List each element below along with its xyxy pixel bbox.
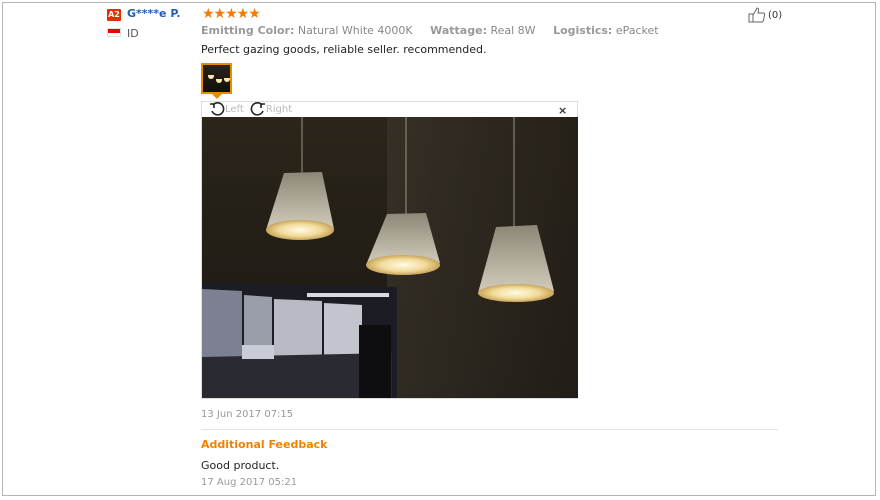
rotate-left-icon [210, 102, 225, 116]
rotate-left-label: Left [225, 103, 244, 115]
helpful-button[interactable]: (0) [748, 7, 782, 23]
star-rating: ★★★★★ [202, 6, 261, 22]
review-photo [202, 117, 578, 398]
reviewer-country: ID [127, 27, 139, 40]
reviewer-name[interactable]: G****e P. [127, 7, 181, 20]
review-photo-thumbnail[interactable] [201, 63, 232, 94]
thumbs-up-icon [748, 7, 766, 23]
attr-value: Natural White 4000K [297, 24, 413, 37]
rotate-right-label: Right [265, 103, 293, 115]
viewer-toolbar: Left Right [209, 101, 292, 117]
attr-value: ePacket [615, 24, 659, 37]
thumbnail-caret-icon [212, 94, 222, 99]
additional-feedback-date: 17 Aug 2017 05:21 [201, 477, 298, 488]
attr-label: Wattage: [430, 24, 487, 37]
review-text: Perfect gazing goods, reliable seller. r… [201, 43, 487, 56]
additional-feedback-heading: Additional Feedback [201, 438, 328, 451]
review-date: 13 Jun 2017 07:15 [201, 409, 294, 420]
buyer-level-badge: A2 [107, 9, 121, 21]
attr-label: Emitting Color: [201, 24, 295, 37]
divider [201, 429, 778, 430]
helpful-count: (0) [768, 9, 783, 21]
attr-label: Logistics: [553, 24, 613, 37]
close-icon[interactable]: × [558, 104, 567, 117]
additional-feedback-text: Good product. [201, 459, 280, 472]
product-attributes: Emitting Color: Natural White 4000K Watt… [201, 24, 659, 37]
country-flag-icon [107, 28, 121, 37]
rotate-right-button[interactable]: Right [250, 101, 292, 117]
rotate-left-button[interactable]: Left [209, 101, 244, 117]
rotate-right-icon [250, 102, 265, 116]
attr-value: Real 8W [490, 24, 536, 37]
